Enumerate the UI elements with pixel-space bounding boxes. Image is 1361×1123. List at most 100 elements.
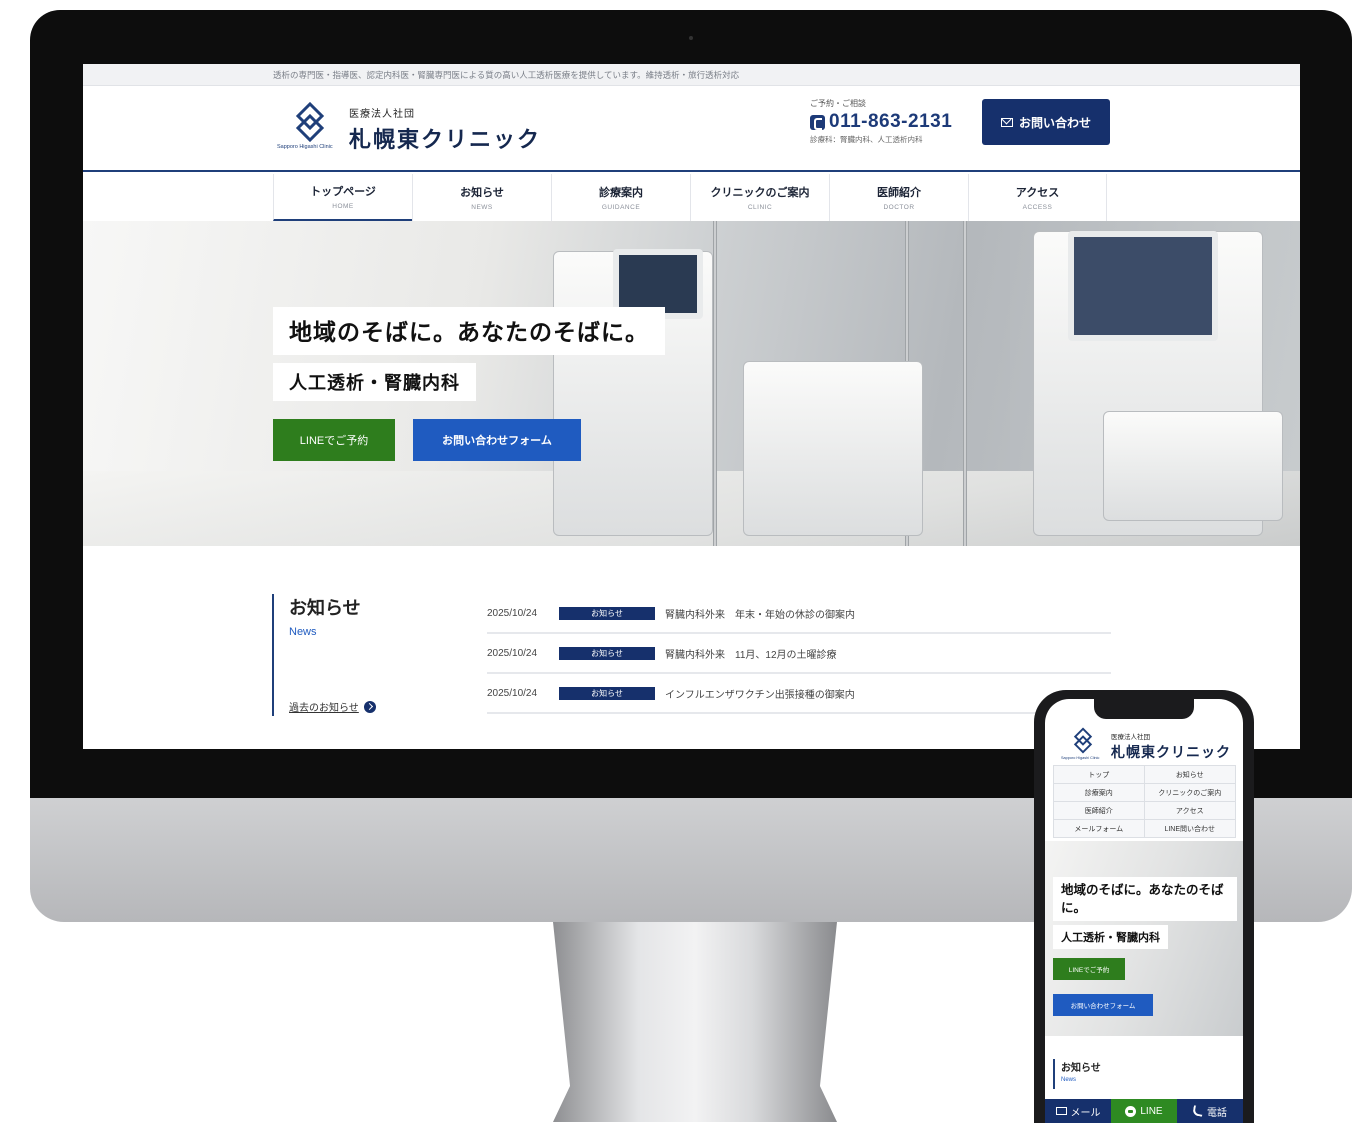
logo-diamond-icon	[295, 102, 325, 142]
logo-mark: Sapporo Higashi Clinic	[277, 102, 341, 156]
mobile-nav-news[interactable]: お知らせ	[1144, 766, 1236, 784]
mobile-nav: トップ お知らせ 診療案内 クリニックのご案内 医師紹介 アクセス メールフォー…	[1053, 765, 1236, 838]
mobile-logo-mark: Sapporo Higashi Clinic	[1061, 727, 1105, 765]
nav-sublabel: DOCTOR	[883, 204, 915, 211]
dialysis-machine	[1103, 411, 1283, 521]
nav-item-doctor[interactable]: 医師紹介 DOCTOR	[829, 174, 968, 221]
news-heading: お知らせ News 過去のお知らせ	[272, 594, 462, 716]
news-category-badge: お知らせ	[559, 686, 655, 700]
news-item[interactable]: 2025/10/24 お知らせ 腎臓内科外来 年末・年始の休診の御案内	[487, 594, 1111, 634]
news-list: 2025/10/24 お知らせ 腎臓内科外来 年末・年始の休診の御案内 2025…	[487, 594, 1111, 714]
mobile-logo-english: Sapporo Higashi Clinic	[1061, 756, 1100, 760]
tel-number: 011-863-2131	[829, 111, 953, 132]
mobile-hero-subheadline: 人工透析・腎臓内科	[1053, 925, 1168, 949]
mobile-nav-doctor[interactable]: 医師紹介	[1053, 802, 1145, 820]
dialysis-monitor	[1068, 231, 1218, 341]
mobile-corp-name: 医療法人社団	[1111, 733, 1150, 741]
mobile-line-reserve-button[interactable]: LINEでご予約	[1053, 958, 1125, 980]
mobile-line-label: LINE	[1140, 1105, 1163, 1117]
nav-sublabel: HOME	[332, 203, 354, 210]
mobile-logo-text: 医療法人社団 札幌東クリニック	[1111, 731, 1231, 762]
news-item-title: 腎臓内科外来 11月、12月の土曜診療	[665, 649, 837, 661]
nav-item-news[interactable]: お知らせ NEWS	[412, 174, 551, 221]
news-item-title: インフルエンザワクチン出張接種の御案内	[665, 689, 855, 701]
tel-link[interactable]: 011-863-2131	[810, 111, 952, 133]
news-item[interactable]: 2025/10/24 お知らせ インフルエンザワクチン出張接種の御案内	[487, 674, 1111, 714]
nav-item-home[interactable]: トップページ HOME	[273, 174, 412, 221]
desktop-screen: 透析の専門医・指導医、認定内科医・腎臓専門医による質の高い人工透析医療を提供して…	[83, 64, 1300, 749]
nav-item-guidance[interactable]: 診療案内 GUIDANCE	[551, 174, 690, 221]
site-tagline: 透析の専門医・指導医、認定内科医・腎臓専門医による質の高い人工透析医療を提供して…	[83, 64, 1300, 86]
phone-frame: Sapporo Higashi Clinic 医療法人社団 札幌東クリニック ト…	[1034, 690, 1254, 1123]
site-header: Sapporo Higashi Clinic 医療法人社団 札幌東クリニック ご…	[83, 86, 1300, 172]
hero-buttons: LINEでご予約 お問い合わせフォーム	[273, 419, 665, 461]
news-item[interactable]: 2025/10/24 お知らせ 腎臓内科外来 11月、12月の土曜診療	[487, 634, 1111, 674]
corp-name: 医療法人社団	[349, 108, 415, 120]
nav-label: お知らせ	[460, 187, 504, 199]
mobile-screen: Sapporo Higashi Clinic 医療法人社団 札幌東クリニック ト…	[1045, 699, 1243, 1123]
nav-label: 診療案内	[599, 187, 643, 199]
mobile-nav-clinic[interactable]: クリニックのご案内	[1144, 784, 1236, 802]
global-nav: トップページ HOME お知らせ NEWS 診療案内 GUIDANCE クリニッ…	[273, 174, 1107, 221]
phone-notch	[1094, 699, 1194, 719]
mobile-mail-button[interactable]: メール	[1045, 1099, 1111, 1123]
logo-diamond-icon	[1073, 727, 1093, 754]
mobile-nav-top[interactable]: トップ	[1053, 766, 1145, 784]
news-title-en: News	[289, 626, 317, 638]
past-news-label: 過去のお知らせ	[289, 703, 359, 714]
phone-icon	[810, 114, 825, 130]
nav-sublabel: GUIDANCE	[601, 204, 641, 211]
mobile-bottom-bar: メール LINE 電話	[1045, 1099, 1243, 1123]
logo-english-name: Sapporo Higashi Clinic	[277, 144, 333, 150]
mobile-logo[interactable]: Sapporo Higashi Clinic 医療法人社団 札幌東クリニック	[1061, 727, 1231, 765]
nav-item-access[interactable]: アクセス ACCESS	[968, 174, 1107, 221]
past-news-link[interactable]: 過去のお知らせ	[289, 699, 376, 714]
mobile-tel-button[interactable]: 電話	[1177, 1099, 1243, 1123]
nav-label: トップページ	[310, 186, 376, 198]
news-title: お知らせ	[289, 598, 361, 618]
site-logo[interactable]: Sapporo Higashi Clinic 医療法人社団 札幌東クリニック	[277, 102, 541, 156]
mobile-contact-form-button[interactable]: お問い合わせフォーム	[1053, 994, 1153, 1016]
mobile-nav-mailform[interactable]: メールフォーム	[1053, 820, 1145, 838]
hero-subheadline: 人工透析・腎臓内科	[273, 363, 476, 401]
news-date: 2025/10/24	[487, 687, 538, 699]
nav-item-clinic[interactable]: クリニックのご案内 CLINIC	[690, 174, 829, 221]
nav-sublabel: NEWS	[471, 204, 493, 211]
contact-button-label: お問い合わせ	[1018, 115, 1091, 130]
news-category-badge: お知らせ	[559, 606, 655, 620]
iv-pole	[963, 221, 967, 546]
news-date: 2025/10/24	[487, 607, 538, 619]
device-mockup: 透析の専門医・指導医、認定内科医・腎臓専門医による質の高い人工透析医療を提供して…	[0, 0, 1361, 1123]
hero-section: 地域のそばに。あなたのそばに。 人工透析・腎臓内科 LINEでご予約 お問い合わ…	[83, 221, 1300, 546]
nav-sublabel: CLINIC	[747, 204, 773, 211]
news-date: 2025/10/24	[487, 647, 538, 659]
mobile-mail-label: メール	[1070, 1107, 1101, 1119]
imac-camera	[689, 36, 693, 40]
mobile-nav-guidance[interactable]: 診療案内	[1053, 784, 1145, 802]
hero-headline: 地域のそばに。あなたのそばに。	[273, 307, 665, 355]
mobile-hero-headline: 地域のそばに。あなたのそばに。	[1053, 877, 1237, 922]
nav-label: アクセス	[1015, 187, 1060, 199]
tel-label: ご予約・ご相談	[810, 99, 866, 108]
nav-label: 医師紹介	[877, 187, 921, 199]
mobile-news-heading: お知らせ News	[1053, 1059, 1101, 1089]
mail-icon	[1000, 117, 1013, 127]
nav-label: クリニックのご案内	[710, 187, 810, 199]
clinic-name: 札幌東クリニック	[349, 126, 542, 152]
contact-form-button[interactable]: お問い合わせフォーム	[413, 419, 581, 461]
iv-pole	[713, 221, 717, 546]
mobile-line-button[interactable]: LINE	[1111, 1099, 1177, 1123]
line-reserve-button[interactable]: LINEでご予約	[273, 419, 395, 461]
news-category-badge: お知らせ	[559, 646, 655, 660]
mobile-nav-access[interactable]: アクセス	[1144, 802, 1236, 820]
mobile-hero: 地域のそばに。あなたのそばに。 人工透析・腎臓内科 LINEでご予約 お問い合わ…	[1045, 841, 1243, 1036]
mobile-nav-line[interactable]: LINE問い合わせ	[1144, 820, 1236, 838]
contact-button[interactable]: お問い合わせ	[982, 99, 1110, 145]
mobile-tel-label: 電話	[1207, 1107, 1227, 1119]
tel-block: ご予約・ご相談 011-863-2131 診療科：腎臓内科、人工透析内科	[810, 98, 952, 145]
dialysis-machine	[743, 361, 923, 536]
nav-sublabel: ACCESS	[1022, 204, 1053, 211]
mobile-news-title: お知らせ	[1061, 1063, 1101, 1074]
hero-copy: 地域のそばに。あなたのそばに。 人工透析・腎臓内科 LINEでご予約 お問い合わ…	[273, 307, 665, 461]
arrow-right-circle-icon	[363, 700, 376, 713]
